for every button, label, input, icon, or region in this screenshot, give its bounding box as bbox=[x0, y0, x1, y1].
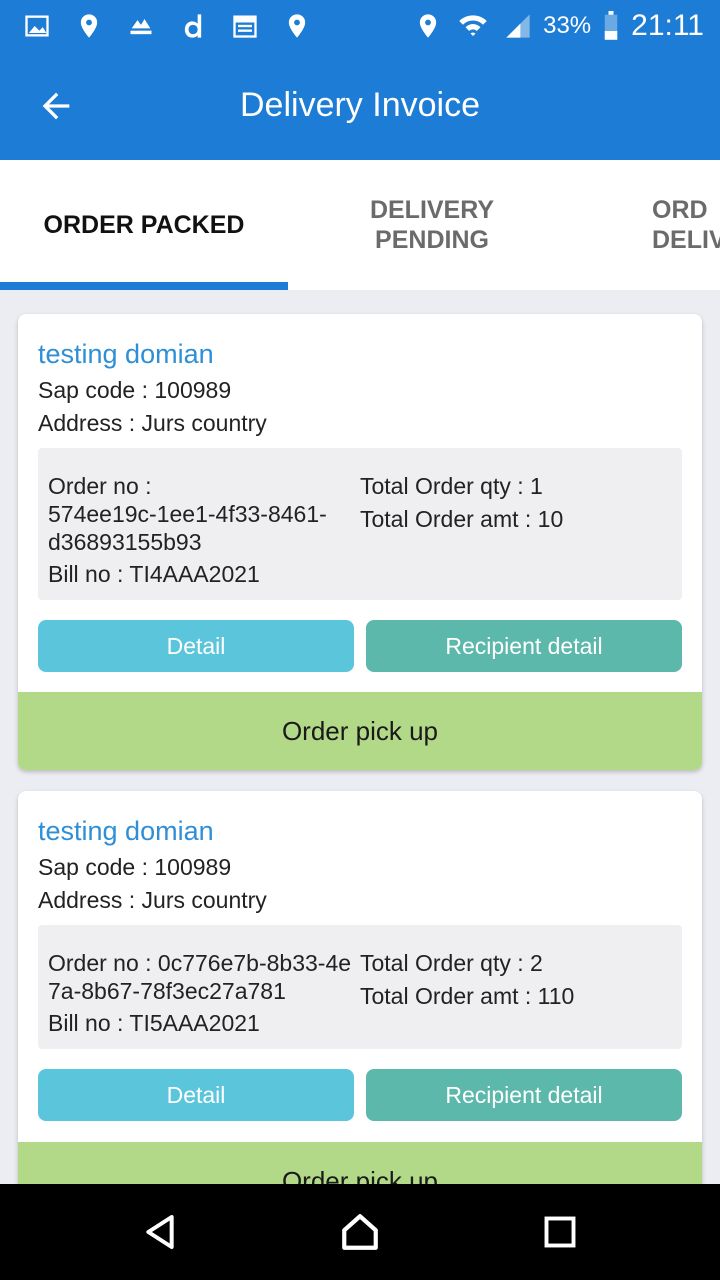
wifi-icon bbox=[453, 11, 493, 41]
detail-button[interactable]: Detail bbox=[38, 620, 354, 672]
sap-code: Sap code : 100989 bbox=[38, 854, 232, 880]
tab-label-line2: DELIV bbox=[652, 226, 720, 254]
order-card: testing domian Sap code : 100989 Address… bbox=[18, 314, 702, 770]
tab-delivery-pending[interactable]: DELIVERY PENDING bbox=[288, 160, 576, 290]
tab-indicator bbox=[0, 282, 288, 290]
detail-button[interactable]: Detail bbox=[38, 1069, 354, 1121]
system-nav-bar bbox=[0, 1184, 720, 1280]
customer-name: testing domian bbox=[38, 816, 214, 846]
location-pin-icon bbox=[413, 11, 443, 41]
system-icons: 33% 21:11 bbox=[413, 8, 704, 44]
order-info-box: Order no : 0c776e7b-8b33-4e 7a-8b67-78f3… bbox=[38, 925, 682, 1049]
battery-icon bbox=[601, 11, 621, 41]
tab-label-line1: ORD bbox=[652, 196, 708, 224]
recipient-detail-button[interactable]: Recipient detail bbox=[366, 620, 682, 672]
status-bar: 33% 21:11 bbox=[0, 0, 720, 52]
bill-no: Bill no : TI4AAA2021 bbox=[48, 561, 260, 587]
total-order-qty: Total Order qty : 1 bbox=[360, 473, 543, 499]
notification-icons bbox=[22, 8, 312, 44]
order-pick-up-button[interactable]: Order pick up bbox=[18, 1142, 702, 1184]
bill-no: Bill no : TI5AAA2021 bbox=[48, 1010, 260, 1036]
order-card: testing domian Sap code : 100989 Address… bbox=[18, 791, 702, 1184]
total-order-amt: Total Order amt : 110 bbox=[360, 983, 575, 1009]
tab-order-packed[interactable]: ORDER PACKED bbox=[0, 160, 288, 290]
nav-home-button[interactable] bbox=[336, 1208, 384, 1256]
image-icon bbox=[22, 11, 52, 41]
back-triangle-icon bbox=[146, 1215, 174, 1249]
battery-percent: 33% bbox=[543, 12, 592, 39]
status-time: 21:11 bbox=[631, 9, 704, 42]
order-no-value: 574ee19c-1ee1-4f33-8461- bbox=[48, 501, 327, 527]
order-pick-up-button[interactable]: Order pick up bbox=[18, 692, 702, 770]
signal-icon bbox=[503, 11, 533, 41]
nav-back-button[interactable] bbox=[136, 1208, 184, 1256]
recipient-detail-button[interactable]: Recipient detail bbox=[366, 1069, 682, 1121]
tab-label-line2: PENDING bbox=[375, 226, 489, 254]
order-no-label: Order no : bbox=[48, 473, 152, 499]
app-bar: Delivery Invoice bbox=[0, 52, 720, 160]
order-list[interactable]: testing domian Sap code : 100989 Address… bbox=[0, 290, 720, 1184]
page-title: Delivery Invoice bbox=[240, 86, 480, 124]
nav-recents-button[interactable] bbox=[536, 1208, 584, 1256]
tab-label: ORDER PACKED bbox=[43, 211, 245, 239]
address: Address : Jurs country bbox=[38, 887, 267, 913]
calendar-icon bbox=[230, 11, 260, 41]
total-order-amt: Total Order amt : 10 bbox=[360, 506, 564, 532]
tab-bar: ORDER PACKED DELIVERY PENDING ORD DELIV bbox=[0, 160, 720, 290]
location-pin-icon bbox=[74, 11, 104, 41]
order-no-value-cont: 7a-8b67-78f3ec27a781 bbox=[48, 978, 286, 1004]
sap-code: Sap code : 100989 bbox=[38, 377, 232, 403]
order-me-icon bbox=[126, 11, 156, 41]
location-pin-icon bbox=[282, 11, 312, 41]
d-app-icon bbox=[178, 11, 208, 41]
order-no-value: Order no : 0c776e7b-8b33-4e bbox=[48, 950, 352, 976]
recents-icon bbox=[544, 1216, 576, 1248]
home-icon bbox=[342, 1214, 378, 1250]
total-order-qty: Total Order qty : 2 bbox=[360, 950, 543, 976]
order-no-value-cont: d36893155b93 bbox=[48, 529, 202, 555]
tab-label-line1: DELIVERY bbox=[369, 196, 495, 224]
tab-order-delivered[interactable]: ORD DELIV bbox=[576, 160, 720, 290]
order-info-box: Order no : 574ee19c-1ee1-4f33-8461- d368… bbox=[38, 448, 682, 600]
customer-name: testing domian bbox=[38, 339, 214, 369]
address: Address : Jurs country bbox=[38, 410, 267, 436]
